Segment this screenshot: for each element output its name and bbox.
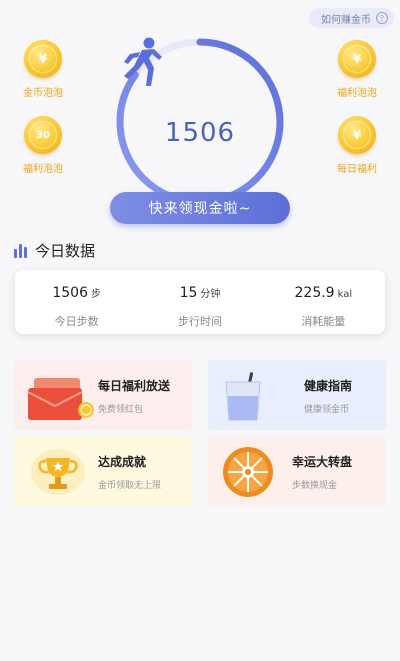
card-health-guide[interactable]: 健康指南 健康领金币 — [208, 360, 386, 430]
stat-name: 步行时间 — [177, 315, 222, 328]
welfare-bubble-label: 福利泡泡 — [23, 164, 63, 175]
coin-bubble[interactable]: ¥ 金币泡泡 — [8, 40, 78, 99]
stat-unit: kal — [337, 289, 353, 300]
how-to-earn-label: 如何赚金币 — [321, 14, 371, 26]
today-stats-card: 1506 步 今日步数 15 分钟 步行时间 225.9 kal 消耗能量 — [15, 270, 385, 334]
card-subtitle: 健康领金币 — [304, 405, 350, 415]
today-data-heading: 今日数据 — [14, 240, 95, 261]
how-to-earn-button[interactable]: 如何赚金币 ? — [309, 8, 394, 28]
card-title: 每日福利放送 — [98, 379, 171, 393]
bar-chart-icon — [14, 243, 27, 258]
stat-steps: 1506 步 今日步数 — [15, 270, 138, 334]
water-glass-icon — [225, 372, 261, 421]
stat-unit: 步 — [90, 289, 101, 300]
stat-value: 225.9 — [294, 285, 335, 301]
step-count: 1506 — [164, 118, 236, 148]
stat-value: 1506 — [52, 285, 88, 301]
step-progress-ring: 1506 — [114, 36, 286, 208]
welfare-bubble-label: 福利泡泡 — [337, 88, 377, 99]
daily-welfare-bubble[interactable]: ¥ 每日福利 — [322, 116, 392, 175]
stat-unit: 分钟 — [200, 289, 221, 300]
card-daily-welfare[interactable]: 每日福利放送 免费领红包 — [14, 360, 192, 430]
welfare-bubble-right[interactable]: ¥ 福利泡泡 — [322, 40, 392, 99]
coin-icon: ¥ — [24, 40, 62, 78]
coin-icon: 30 — [24, 116, 62, 154]
runner-icon — [124, 37, 162, 86]
daily-welfare-label: 每日福利 — [337, 164, 377, 175]
stat-value: 15 — [179, 285, 198, 301]
card-title: 幸运大转盘 — [292, 455, 353, 469]
today-data-title: 今日数据 — [35, 242, 96, 260]
stat-name: 消耗能量 — [301, 315, 346, 328]
card-subtitle: 金币领取无上限 — [98, 481, 162, 491]
red-envelope-icon — [28, 378, 94, 420]
card-title: 达成成就 — [98, 455, 147, 469]
stat-walk-time: 15 分钟 步行时间 — [138, 270, 261, 334]
welfare-bubble-left[interactable]: 30 福利泡泡 — [8, 116, 78, 175]
card-subtitle: 步数换现金 — [292, 481, 338, 491]
coin-icon: ¥ — [338, 40, 376, 78]
coin-icon: ¥ — [338, 116, 376, 154]
claim-cash-button[interactable]: 快来领现金啦~ — [110, 192, 290, 224]
coin-bubble-label: 金币泡泡 — [23, 88, 63, 99]
card-achievement[interactable]: 达成成就 金币领取无上限 — [14, 436, 192, 506]
trophy-icon — [31, 449, 85, 495]
card-subtitle: 免费领红包 — [98, 405, 144, 415]
help-icon: ? — [376, 12, 388, 24]
stat-energy: 225.9 kal 消耗能量 — [262, 270, 385, 334]
card-lucky-wheel[interactable]: 幸运大转盘 步数换现金 — [208, 436, 386, 506]
stat-name: 今日步数 — [54, 315, 99, 328]
lucky-wheel-icon — [223, 447, 273, 497]
card-title: 健康指南 — [304, 379, 353, 393]
